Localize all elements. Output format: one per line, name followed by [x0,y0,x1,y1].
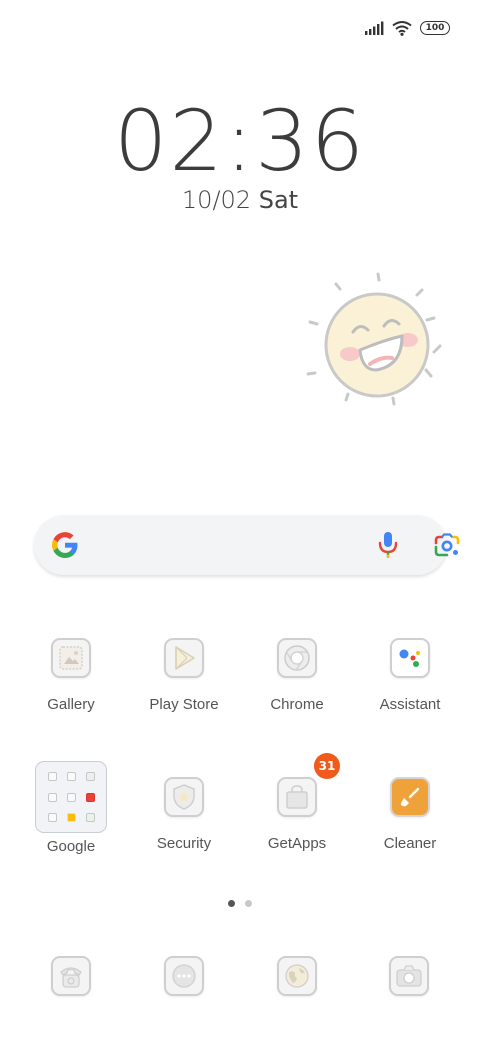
assistant-icon[interactable] [390,638,430,678]
gallery-icon[interactable] [51,638,91,678]
app-label: Play Store [149,696,219,713]
google-g-icon[interactable] [50,530,80,560]
google-search-bar[interactable] [34,515,460,575]
cleaner-icon[interactable] [390,777,430,817]
status-bar: 100 [364,16,450,40]
app-getapps[interactable]: GetApps [242,777,352,852]
folder-app-icon [48,813,57,822]
app-label: Assistant [379,696,441,713]
battery-icon: 100 [420,21,450,35]
app-label: GetApps [267,835,327,852]
battery-level: 100 [425,23,445,33]
weekday: Sat [258,186,299,214]
clock-date[interactable]: 10/02 Sat [0,186,480,214]
signal-icon [365,21,384,35]
app-security[interactable]: Security [129,777,239,852]
clock-time[interactable]: 02:36 [0,92,480,190]
youtube-icon [86,793,95,802]
wifi-icon [392,21,412,36]
app-label: Security [156,835,212,852]
page-indicator [0,900,480,907]
folder-app-icon [67,793,76,802]
app-chrome[interactable]: Chrome [242,638,352,713]
photos-icon [67,813,76,822]
google-folder[interactable] [35,761,107,833]
security-icon[interactable] [164,777,204,817]
messages-icon[interactable] [164,956,204,996]
phone-icon[interactable] [51,956,91,996]
play-store-icon[interactable] [164,638,204,678]
app-play-store[interactable]: Play Store [129,638,239,713]
microphone-icon[interactable] [376,531,400,559]
folder-app-icon [86,772,95,781]
app-cleaner[interactable]: Cleaner [355,777,465,852]
folder-label: Google [46,838,96,855]
app-label: Chrome [270,696,324,713]
app-label: Gallery [47,696,95,713]
page-dot-2[interactable] [245,900,252,907]
app-label: Cleaner [383,835,437,852]
folder-app-icon [86,813,95,822]
folder-app-icon [48,772,57,781]
getapps-icon[interactable] [277,777,317,817]
chrome-icon[interactable] [277,638,317,678]
notification-badge: 31 [314,753,340,779]
google-lens-icon[interactable] [433,533,461,559]
date-value: 10/02 [181,186,252,214]
browser-icon[interactable] [277,956,317,996]
page-dot-1[interactable] [228,900,235,907]
camera-icon[interactable] [389,956,429,996]
app-assistant[interactable]: Assistant [355,638,465,713]
folder-app-icon [48,793,57,802]
folder-app-icon [67,772,76,781]
app-gallery[interactable]: Gallery [16,638,126,713]
sun-illustration [306,272,442,406]
